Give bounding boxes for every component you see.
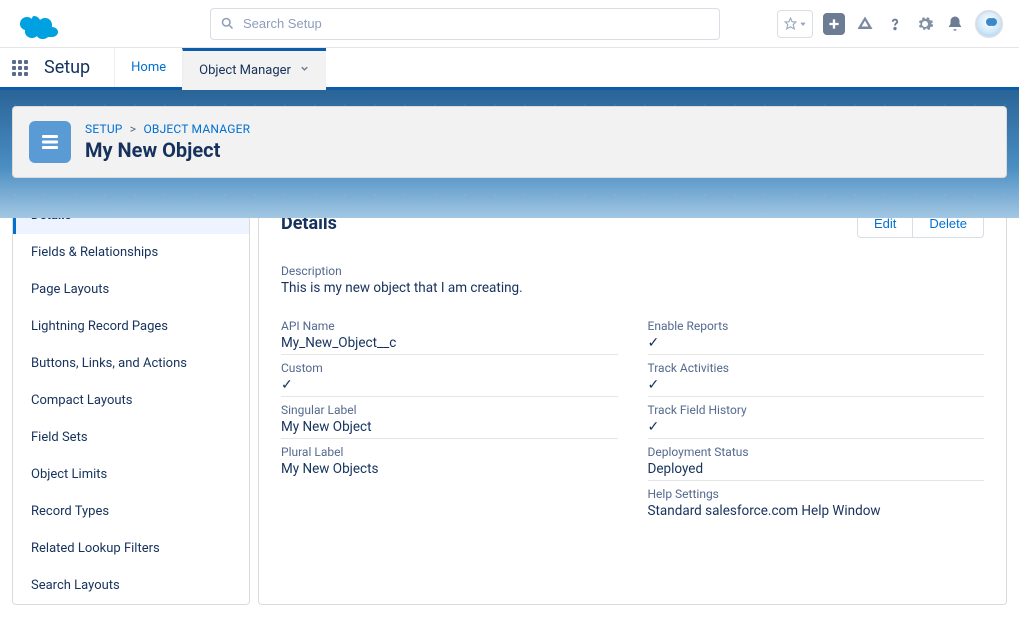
gear-icon[interactable] [915, 14, 935, 34]
field-custom: Custom ✓ [281, 361, 618, 397]
field-enable-reports: Enable Reports ✓ [648, 319, 985, 355]
sidenav-item-field-sets[interactable]: Field Sets [13, 419, 249, 456]
main: Details Fields & Relationships Page Layo… [0, 190, 1019, 617]
sidenav-item-record-types[interactable]: Record Types [13, 493, 249, 530]
check-icon: ✓ [648, 335, 660, 351]
add-icon[interactable] [823, 13, 845, 35]
left-column: API Name My_New_Object__c Custom ✓ Singu… [281, 319, 618, 529]
field-value: My New Objects [281, 461, 618, 481]
breadcrumb-object-manager[interactable]: OBJECT MANAGER [143, 122, 250, 136]
sidenav-item-lightning-pages[interactable]: Lightning Record Pages [13, 308, 249, 345]
sidenav-item-search-layouts[interactable]: Search Layouts [13, 567, 249, 604]
context-bar: Setup Home Object Manager [0, 48, 1019, 90]
sidenav-item-fields[interactable]: Fields & Relationships [13, 234, 249, 271]
field-singular-label: Singular Label My New Object [281, 403, 618, 439]
field-deployment-status: Deployment Status Deployed [648, 445, 985, 481]
check-icon: ✓ [281, 377, 293, 393]
avatar[interactable] [975, 10, 1003, 38]
field-track-activities: Track Activities ✓ [648, 361, 985, 397]
field-value: Standard salesforce.com Help Window [648, 503, 985, 523]
search-icon [220, 16, 235, 35]
page-header-band: SETUP > OBJECT MANAGER My New Object [0, 90, 1019, 218]
chevron-down-icon [299, 63, 310, 78]
content-panel: Details Edit Delete Description This is … [258, 190, 1007, 605]
field-value: ✓ [281, 377, 618, 397]
field-value: My_New_Object__c [281, 335, 618, 355]
field-label: Help Settings [648, 487, 985, 501]
sidenav-item-buttons-links[interactable]: Buttons, Links, and Actions [13, 345, 249, 382]
field-label: API Name [281, 319, 618, 333]
breadcrumb-setup[interactable]: SETUP [85, 122, 123, 136]
page-title: My New Object [85, 138, 250, 162]
breadcrumb-separator: > [130, 122, 136, 136]
app-name: Setup [40, 48, 114, 87]
field-value: ✓ [648, 335, 985, 355]
field-label: Custom [281, 361, 618, 375]
field-label: Track Field History [648, 403, 985, 417]
check-icon: ✓ [648, 419, 660, 435]
field-label: Enable Reports [648, 319, 985, 333]
tab-home[interactable]: Home [114, 48, 182, 87]
sidenav-item-page-layouts[interactable]: Page Layouts [13, 271, 249, 308]
right-column: Enable Reports ✓ Track Activities ✓ Trac… [648, 319, 985, 529]
search-input[interactable] [210, 8, 720, 40]
field-label: Track Activities [648, 361, 985, 375]
field-label: Description [281, 264, 984, 278]
breadcrumb: SETUP > OBJECT MANAGER [85, 122, 250, 136]
tab-label: Object Manager [199, 63, 291, 78]
field-api-name: API Name My_New_Object__c [281, 319, 618, 355]
field-help-settings: Help Settings Standard salesforce.com He… [648, 487, 985, 523]
field-track-field-history: Track Field History ✓ [648, 403, 985, 439]
check-icon: ✓ [648, 377, 660, 393]
salesforce-logo [16, 9, 60, 39]
waffle-icon [12, 60, 28, 76]
field-label: Deployment Status [648, 445, 985, 459]
favorites-button[interactable] [777, 10, 813, 38]
field-value: ✓ [648, 377, 985, 397]
detail-columns: API Name My_New_Object__c Custom ✓ Singu… [281, 319, 984, 529]
trailhead-icon[interactable] [855, 14, 875, 34]
help-icon[interactable] [885, 14, 905, 34]
page-header-card: SETUP > OBJECT MANAGER My New Object [12, 106, 1007, 178]
tab-object-manager[interactable]: Object Manager [182, 48, 326, 90]
sidenav-item-object-limits[interactable]: Object Limits [13, 456, 249, 493]
field-value: ✓ [648, 419, 985, 439]
description-field: Description This is my new object that I… [281, 264, 984, 299]
global-search [210, 8, 720, 40]
bell-icon[interactable] [945, 14, 965, 34]
global-header [0, 0, 1019, 48]
field-label: Plural Label [281, 445, 618, 459]
field-value: My New Object [281, 419, 618, 439]
object-icon [29, 121, 71, 163]
app-launcher[interactable] [0, 48, 40, 87]
field-value: Deployed [648, 461, 985, 481]
header-actions [777, 10, 1003, 38]
sidenav: Details Fields & Relationships Page Layo… [12, 190, 250, 605]
field-value: This is my new object that I am creating… [281, 280, 984, 299]
field-label: Singular Label [281, 403, 618, 417]
sidenav-item-lookup-filters[interactable]: Related Lookup Filters [13, 530, 249, 567]
field-plural-label: Plural Label My New Objects [281, 445, 618, 481]
sidenav-item-compact-layouts[interactable]: Compact Layouts [13, 382, 249, 419]
